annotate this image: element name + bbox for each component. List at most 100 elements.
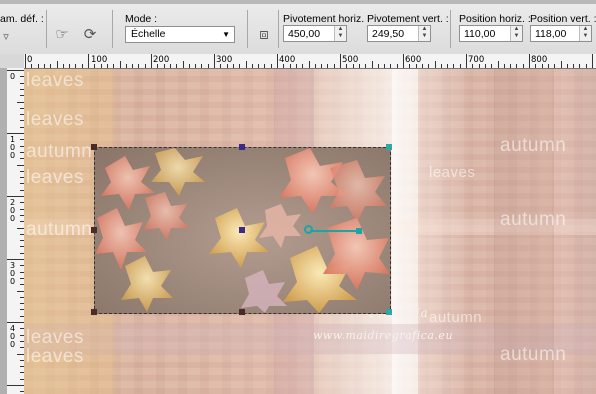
ruler-tick — [31, 64, 33, 68]
ruler-tick — [503, 64, 505, 68]
ruler-tick — [352, 64, 354, 68]
ruler-tick — [277, 54, 278, 68]
ruler-label: 700 — [468, 55, 485, 65]
mode-label: Mode : — [125, 13, 158, 25]
ruler-tick — [17, 164, 24, 166]
ruler-label: 300 — [216, 55, 233, 65]
selection-frame-icon[interactable]: ⧈ — [254, 25, 274, 45]
ruler-label: 1 0 0 — [10, 135, 16, 160]
ruler-tick — [516, 64, 518, 68]
workspace-left-edge — [0, 68, 7, 394]
ruler-tick — [264, 64, 266, 68]
resize-handle-top-right[interactable] — [386, 144, 392, 150]
spinner-arrows-icon[interactable]: ▲ ▼ — [579, 26, 591, 41]
ruler-tick — [69, 64, 71, 68]
preset-dropdown-icon[interactable]: ▿ — [0, 27, 12, 47]
ruler-tick — [17, 101, 24, 103]
ruler-tick — [560, 61, 562, 68]
ruler-tick — [403, 54, 404, 68]
watermark-text: autumn — [429, 309, 483, 326]
mode-select[interactable]: Échelle ▼ — [125, 26, 235, 43]
ruler-tick — [497, 61, 499, 68]
ruler-tick — [554, 64, 556, 68]
ruler-label: 800 — [531, 55, 548, 65]
website-text: www.maidiregrafica.eu — [313, 329, 454, 342]
ruler-tick — [327, 64, 329, 68]
reset-icon[interactable]: ☞ — [52, 25, 72, 45]
position-vert-input[interactable]: 118,00 ▲ ▼ — [530, 25, 592, 42]
preset-label: am. déf. : — [0, 13, 44, 25]
resize-handle-top-left[interactable] — [91, 144, 97, 150]
ruler-tick — [396, 64, 398, 68]
position-vert-value: 118,00 — [535, 28, 567, 40]
resize-handle-bottom-right[interactable] — [386, 309, 392, 315]
ruler-tick — [75, 64, 77, 68]
ruler-tick — [579, 64, 581, 68]
ruler-tick — [522, 64, 524, 68]
ruler-tick — [428, 64, 430, 68]
watermark-text: leaves — [26, 346, 84, 367]
ruler-tick — [50, 64, 52, 68]
ruler-tick — [358, 64, 360, 68]
resize-handle-bottom-left[interactable] — [91, 309, 97, 315]
position-horiz-label: Position horiz. : — [459, 13, 531, 25]
pivot-horiz-input[interactable]: 450,00 ▲ ▼ — [283, 25, 347, 42]
ruler-tick — [295, 64, 297, 68]
ruler-label: 3 0 0 — [10, 261, 16, 286]
ruler-tick — [440, 64, 442, 68]
rotation-pivot-line — [310, 230, 358, 232]
ruler-tick — [25, 54, 26, 68]
ruler-label: 2 0 0 — [10, 198, 16, 223]
center-handle[interactable] — [239, 227, 245, 233]
ruler-tick — [138, 64, 140, 68]
position-horiz-input[interactable]: 110,00 ▲ ▼ — [459, 25, 523, 42]
ruler-tick — [201, 64, 203, 68]
ruler-tick — [106, 64, 108, 68]
ruler-tick — [510, 64, 512, 68]
spinner-arrows-icon[interactable]: ▲ ▼ — [334, 26, 346, 41]
spinner-arrows-icon[interactable]: ▲ ▼ — [418, 26, 430, 41]
watermark-text: autumn — [26, 219, 93, 240]
pivot-horiz-value: 450,00 — [288, 28, 321, 40]
ruler-label: 200 — [153, 55, 170, 65]
ruler-tick — [182, 61, 184, 68]
tool-options-toolbar: am. déf. : ▿ ☞ ⟳ Mode : Échelle ▼ ⧈ Pivo… — [0, 0, 596, 55]
ruler-tick — [17, 353, 24, 355]
ruler-tick — [390, 64, 392, 68]
ruler-tick — [188, 64, 190, 68]
ruler-tick — [529, 54, 530, 68]
ruler-tick — [251, 64, 253, 68]
watermark-text: autumn — [26, 141, 93, 162]
toolbar-separator — [112, 10, 113, 48]
ruler-tick — [176, 64, 178, 68]
ruler-tick — [314, 64, 316, 68]
ruler-tick — [466, 54, 467, 68]
ruler-tick — [459, 64, 461, 68]
ruler-tick — [151, 54, 152, 68]
ruler-tick — [308, 61, 310, 68]
resize-handle-top[interactable] — [239, 144, 245, 150]
ruler-corner — [0, 54, 24, 68]
ruler-tick — [157, 64, 159, 68]
ruler-tick — [220, 64, 222, 68]
watermark-text: autumn — [500, 209, 567, 230]
pivot-horiz-label: Pivotement horiz. : — [283, 13, 370, 25]
ruler-tick — [547, 64, 549, 68]
ruler-tick — [270, 64, 272, 68]
rotation-pivot-icon[interactable] — [304, 225, 313, 234]
ruler-tick — [125, 64, 127, 68]
watermark-text: leaves — [26, 70, 84, 91]
ruler-tick — [239, 64, 241, 68]
spinner-arrows-icon[interactable]: ▲ ▼ — [510, 26, 522, 41]
toolbar-separator — [46, 10, 47, 48]
ruler-tick — [119, 61, 121, 68]
pivot-vert-input[interactable]: 249,50 ▲ ▼ — [367, 25, 431, 42]
rotation-handle[interactable] — [356, 228, 362, 234]
ruler-tick — [56, 61, 58, 68]
apply-icon[interactable]: ⟳ — [80, 25, 100, 45]
resize-handle-bottom[interactable] — [239, 309, 245, 315]
ruler-tick — [163, 64, 165, 68]
ruler-label: 500 — [342, 55, 359, 65]
ruler-tick — [7, 259, 24, 260]
resize-handle-left[interactable] — [91, 227, 97, 233]
